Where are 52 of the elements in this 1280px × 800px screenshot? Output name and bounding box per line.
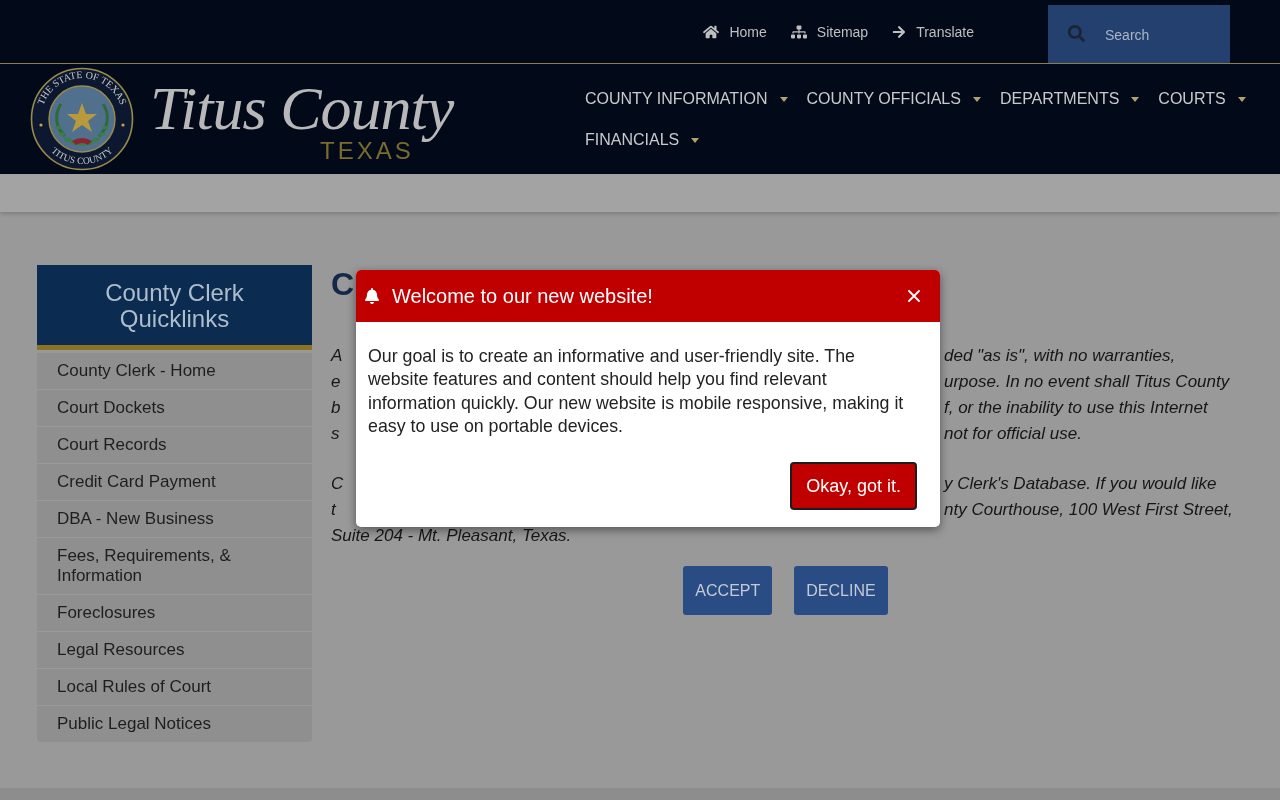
paragraph-text: y Clerk's Database. If you would like: [944, 473, 1217, 495]
sidebar-link[interactable]: DBA - New Business: [37, 501, 312, 538]
top-link[interactable]: Home: [703, 23, 767, 41]
search-field[interactable]: Search: [1048, 5, 1230, 63]
paragraph-text: C: [331, 473, 344, 495]
paragraph-text: t: [331, 499, 336, 521]
dialog-title: Welcome to our new website!: [392, 284, 653, 308]
sidebar-link[interactable]: Court Records: [37, 427, 312, 464]
decline-button[interactable]: DECLINE: [794, 566, 888, 615]
paragraph-text: ded "as is", with no warranties,: [944, 345, 1176, 367]
close-icon[interactable]: [908, 290, 920, 302]
paragraph-text: f, or the inability to use this Internet: [944, 397, 1208, 419]
nav-link[interactable]: FINANCIALS: [585, 129, 700, 151]
top-link[interactable]: Translate: [892, 23, 974, 41]
nav-link[interactable]: COUNTY OFFICIALS: [806, 88, 981, 110]
sidebar-link[interactable]: Fees, Requirements, & Information: [37, 538, 312, 595]
paragraph-text: nty Courthouse, 100 West First Street,: [944, 499, 1233, 521]
paragraph-text: not for official use.: [944, 423, 1082, 445]
caret-icon: [1131, 96, 1140, 102]
paragraph-text: urpose. In no event shall Titus County: [944, 371, 1230, 393]
paragraph-text: s: [331, 423, 340, 445]
bell-icon: [364, 288, 380, 304]
nav-link[interactable]: COUNTY INFORMATION: [585, 88, 788, 110]
caret-icon: [779, 96, 788, 102]
logo-state: TEXAS: [320, 140, 414, 162]
logo-name: Titus County: [150, 76, 454, 140]
dialog-message: Our goal is to create an informative and user-friendly site. The website features and content should help you find relevant information quickly. Our new website is mobile responsive, making it easy to use on portable devices.: [368, 345, 905, 438]
caret-icon: [691, 137, 700, 143]
sidebar-link[interactable]: Foreclosures: [37, 595, 312, 632]
top-link[interactable]: Sitemap: [790, 23, 869, 41]
nav-link[interactable]: DEPARTMENTS: [999, 88, 1140, 110]
page-heading: C: [331, 265, 355, 303]
paragraph-text: Suite 204 - Mt. Pleasant, Texas.: [331, 525, 572, 547]
sidebar-link[interactable]: Local Rules of Court: [37, 669, 312, 706]
paragraph-text: b: [331, 397, 341, 419]
home-icon: [703, 24, 720, 40]
sidebar-link[interactable]: Court Dockets: [37, 390, 312, 427]
okay-button[interactable]: Okay, got it.: [790, 462, 917, 511]
sidebar-link[interactable]: Credit Card Payment: [37, 464, 312, 501]
sidebar-link[interactable]: Public Legal Notices: [37, 706, 312, 742]
paragraph-text: A: [331, 345, 343, 367]
sidebar-link[interactable]: Legal Resources: [37, 632, 312, 669]
nav-link[interactable]: COURTS: [1158, 88, 1246, 110]
sidebar-link[interactable]: County Clerk - Home: [37, 353, 312, 390]
sitemap-icon: [790, 24, 807, 40]
arrow-right-icon: [892, 25, 907, 39]
sidebar-title: County Clerk Quicklinks: [37, 265, 312, 350]
caret-icon: [972, 96, 981, 102]
accept-button[interactable]: ACCEPT: [683, 566, 773, 615]
caret-icon: [1237, 96, 1246, 102]
paragraph-text: e: [331, 371, 341, 393]
search-icon: [1068, 25, 1085, 42]
